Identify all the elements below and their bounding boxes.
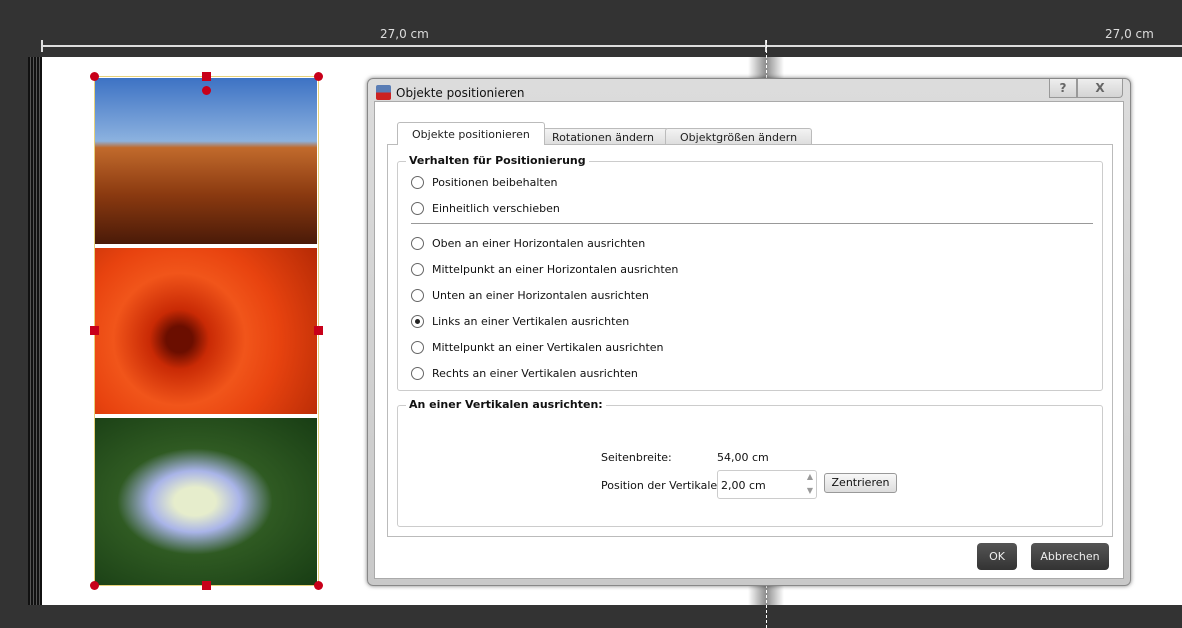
ruler-tick bbox=[41, 40, 43, 52]
behavior-group-title: Verhalten für Positionierung bbox=[406, 154, 589, 167]
radio-label: Oben an einer Horizontalen ausrichten bbox=[432, 237, 646, 250]
resize-handle[interactable] bbox=[314, 326, 323, 335]
radio-icon-checked[interactable] bbox=[411, 315, 424, 328]
resize-handle[interactable] bbox=[314, 72, 323, 81]
separator bbox=[411, 223, 1093, 224]
tab-pane: Verhalten für Positionierung Positionen … bbox=[387, 144, 1113, 537]
position-value: 2,00 cm bbox=[721, 479, 766, 492]
radio-icon[interactable] bbox=[411, 176, 424, 189]
radio-einheitlich-verschieben[interactable]: Einheitlich verschieben bbox=[411, 202, 560, 215]
radio-positionen-beibehalten[interactable]: Positionen beibehalten bbox=[411, 176, 557, 189]
ruler bbox=[42, 45, 1182, 47]
radio-icon[interactable] bbox=[411, 263, 424, 276]
radio-icon[interactable] bbox=[411, 237, 424, 250]
tab-objekte-positionieren[interactable]: Objekte positionieren bbox=[397, 122, 545, 145]
radio-rechts-vertikal[interactable]: Rechts an einer Vertikalen ausrichten bbox=[411, 367, 638, 380]
radio-mittelpunkt-vertikal[interactable]: Mittelpunkt an einer Vertikalen ausricht… bbox=[411, 341, 664, 354]
radio-unten-horizontal[interactable]: Unten an einer Horizontalen ausrichten bbox=[411, 289, 649, 302]
ok-button[interactable]: OK bbox=[977, 543, 1017, 570]
radio-icon[interactable] bbox=[411, 341, 424, 354]
tab-objektgroessen[interactable]: Objektgrößen ändern bbox=[665, 128, 813, 144]
resize-handle[interactable] bbox=[202, 581, 211, 590]
resize-handle[interactable] bbox=[90, 581, 99, 590]
behavior-group: Verhalten für Positionierung Positionen … bbox=[397, 154, 1103, 391]
resize-handle[interactable] bbox=[202, 72, 211, 81]
radio-mittelpunkt-horizontal[interactable]: Mittelpunkt an einer Horizontalen ausric… bbox=[411, 263, 678, 276]
position-objects-dialog: Objekte positionieren ? X Objekte positi… bbox=[367, 78, 1131, 586]
radio-label: Positionen beibehalten bbox=[432, 176, 558, 189]
radio-label: Mittelpunkt an einer Vertikalen ausricht… bbox=[432, 341, 664, 354]
page-width-label: Seitenbreite: bbox=[601, 451, 672, 464]
radio-label: Links an einer Vertikalen ausrichten bbox=[432, 315, 630, 328]
radio-label: Rechts an einer Vertikalen ausrichten bbox=[432, 367, 638, 380]
radio-label: Mittelpunkt an einer Horizontalen ausric… bbox=[432, 263, 679, 276]
selection-frame bbox=[94, 76, 319, 586]
center-button[interactable]: Zentrieren bbox=[824, 473, 897, 493]
tab-rotationen[interactable]: Rotationen ändern bbox=[537, 128, 670, 144]
position-spinbox[interactable]: 2,00 cm ▲ ▼ bbox=[717, 470, 817, 499]
dialog-body: Objekte positionieren Rotationen ändern … bbox=[374, 101, 1124, 579]
rotate-handle[interactable] bbox=[202, 86, 211, 95]
position-label: Position der Vertikalen: bbox=[601, 479, 728, 492]
page-width-value: 54,00 cm bbox=[717, 451, 769, 464]
ruler-label-right: 27,0 cm bbox=[1105, 27, 1154, 41]
radio-label: Einheitlich verschieben bbox=[432, 202, 560, 215]
cancel-button[interactable]: Abbrechen bbox=[1031, 543, 1109, 570]
radio-icon[interactable] bbox=[411, 202, 424, 215]
radio-links-vertikal[interactable]: Links an einer Vertikalen ausrichten bbox=[411, 315, 629, 328]
resize-handle[interactable] bbox=[90, 72, 99, 81]
resize-handle[interactable] bbox=[90, 326, 99, 335]
spin-down-icon[interactable]: ▼ bbox=[807, 486, 813, 495]
radio-icon[interactable] bbox=[411, 289, 424, 302]
radio-oben-horizontal[interactable]: Oben an einer Horizontalen ausrichten bbox=[411, 237, 645, 250]
radio-label: Unten an einer Horizontalen ausrichten bbox=[432, 289, 649, 302]
spin-up-icon[interactable]: ▲ bbox=[807, 472, 813, 481]
align-vertical-group: An einer Vertikalen ausrichten: Seitenbr… bbox=[397, 398, 1103, 527]
ruler-label-left: 27,0 cm bbox=[380, 27, 429, 41]
resize-handle[interactable] bbox=[314, 581, 323, 590]
app-icon bbox=[376, 85, 391, 100]
align-group-title: An einer Vertikalen ausrichten: bbox=[406, 398, 606, 411]
radio-icon[interactable] bbox=[411, 367, 424, 380]
book-spine bbox=[28, 57, 42, 605]
help-button[interactable]: ? bbox=[1049, 79, 1077, 98]
close-button[interactable]: X bbox=[1077, 79, 1123, 98]
dialog-title: Objekte positionieren bbox=[396, 86, 525, 100]
